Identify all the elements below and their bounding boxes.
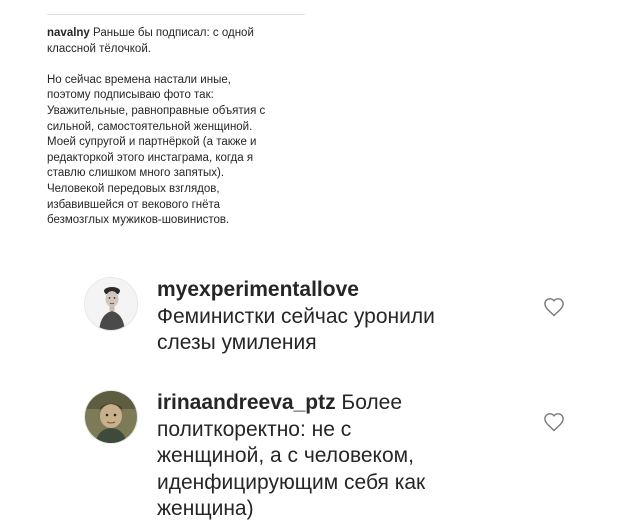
- caption-line: Уважительные, равноправные объятия с: [47, 104, 266, 117]
- comment-avatar[interactable]: [84, 390, 138, 444]
- caption-username[interactable]: navalny: [47, 27, 90, 39]
- caption-line: Человекой передовых взглядов,: [47, 182, 220, 195]
- like-button[interactable]: [543, 412, 565, 432]
- comment-line: слезы умиления: [157, 331, 317, 354]
- caption-first-line: navalny Раньше бы подписал: с одной: [47, 26, 337, 42]
- caption-line: безмозглых мужиков-шовинистов.: [47, 214, 230, 227]
- heart-outline-icon: [544, 298, 564, 317]
- top-divider: [47, 14, 305, 15]
- caption-line: избавившейся от векового гнёта: [47, 198, 221, 211]
- comment-line: irinaandreeva_ptz Более: [157, 390, 527, 417]
- post-caption: navalny Раньше бы подписал: с одной клас…: [47, 26, 337, 229]
- caption-line: редакторкой этого инстаграма, когда я: [47, 151, 254, 164]
- comment-avatar[interactable]: [84, 277, 138, 331]
- caption-line: ставлю слишком много запятых).: [47, 167, 225, 180]
- comment-body: myexperimentallove Феминистки сейчас уро…: [157, 277, 527, 357]
- comment-line: myexperimentallove: [157, 277, 527, 304]
- heart-outline-icon: [544, 413, 564, 432]
- caption-first-line-text: Раньше бы подписал: с одной: [93, 27, 254, 39]
- comment-first-line-text: Более: [341, 391, 403, 414]
- comment-line: политкоректно: не с: [157, 417, 352, 441]
- comment-body: irinaandreeva_ptz Более политкоректно: н…: [157, 390, 527, 523]
- caption-line: сильной, самостоятельной женщиной.: [47, 120, 253, 133]
- avatar-woman-portrait-icon: [85, 278, 137, 330]
- like-button[interactable]: [543, 297, 565, 317]
- comment-line: женщиной, а с человеком,: [157, 444, 414, 467]
- caption-line: классной тёлочкой.: [47, 42, 151, 55]
- comment-username[interactable]: myexperimentallove: [157, 278, 359, 301]
- caption-line: поэтому подписываю фото так:: [47, 89, 214, 102]
- comment-line: иденфицирующим себя как: [157, 470, 426, 494]
- caption-line: Моей супругой и партнёркой (а также и: [47, 136, 257, 149]
- comment-username[interactable]: irinaandreeva_ptz: [157, 391, 336, 414]
- avatar-child-photo-icon: [85, 391, 137, 443]
- comment: myexperimentallove Феминистки сейчас уро…: [84, 277, 604, 354]
- comment-line: Феминистки сейчас уронили: [157, 304, 435, 328]
- comment: irinaandreeva_ptz Более политкоректно: н…: [84, 390, 604, 525]
- caption-line: Но сейчас времена настали иные,: [47, 73, 231, 86]
- comment-line: женщина): [157, 497, 254, 520]
